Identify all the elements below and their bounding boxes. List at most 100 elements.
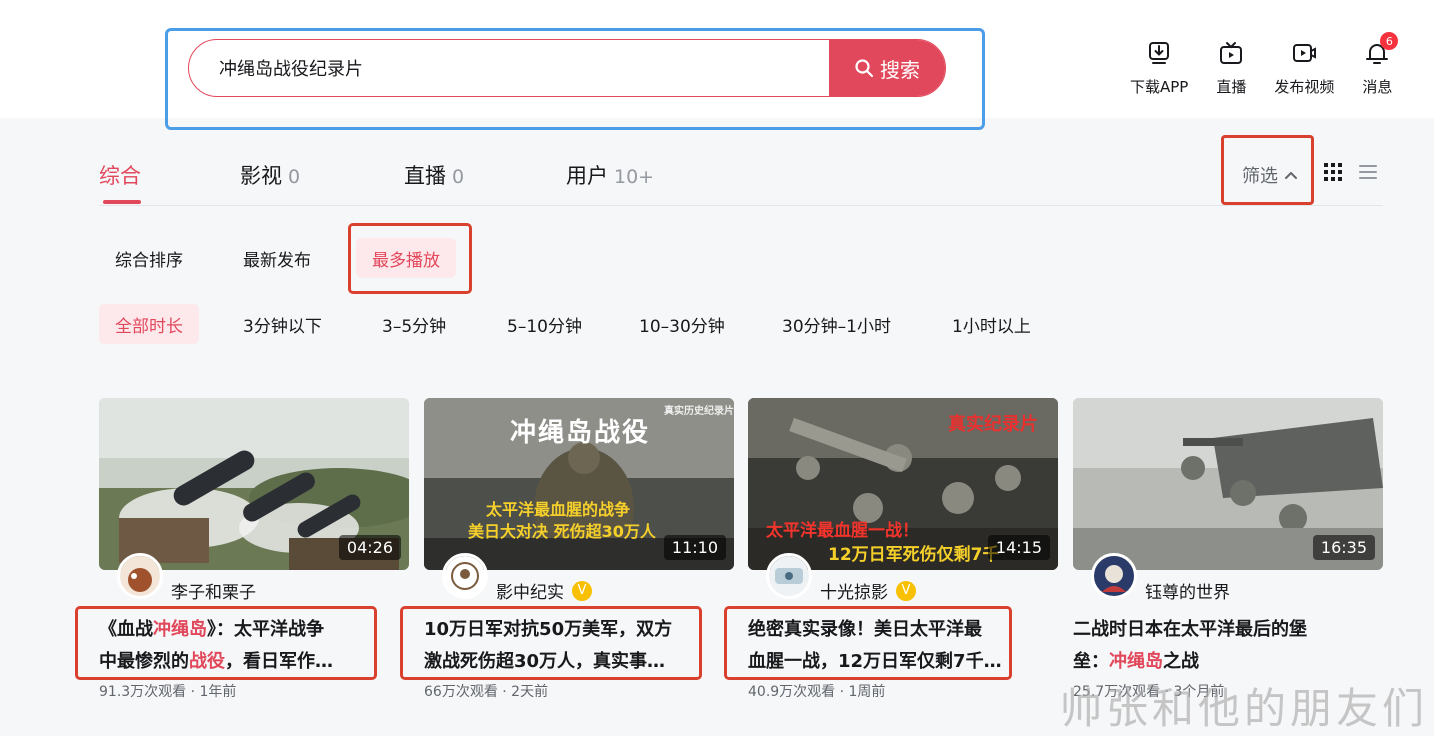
title-text: 中最惨烈的: [99, 651, 189, 672]
verified-icon: V: [572, 580, 592, 601]
title-text: 垒：: [1073, 651, 1109, 672]
search-button[interactable]: 搜索: [829, 40, 945, 96]
duration-30-60[interactable]: 30分钟–1小时: [766, 304, 907, 344]
video-title[interactable]: 二战时日本在太平洋最后的堡 垒：冲绳岛之战: [1073, 614, 1359, 678]
thumbnail-tag: 真实历史纪录片: [664, 406, 734, 417]
duration-10-30-label: 10–30分钟: [639, 316, 725, 337]
duration-10-30[interactable]: 10–30分钟: [623, 304, 741, 344]
author-name-text: 李子和栗子: [171, 583, 256, 603]
thumbnail-caption: 太平洋最血腥的战争: [486, 500, 631, 519]
title-keyword: 冲绳岛: [153, 619, 207, 640]
duration-3-5-label: 3–5分钟: [382, 316, 447, 337]
download-app-label: 下载APP: [1130, 78, 1189, 96]
duration-over-60[interactable]: 1小时以上: [936, 304, 1047, 344]
tab-users-count: 10+: [614, 166, 655, 188]
video-title[interactable]: 10万日军对抗50万美军，双方 激战死伤超30万人，真实事…: [424, 614, 710, 678]
result-tabs: 综合 影视 0 直播 0 用户 10+: [99, 160, 1383, 206]
live-button[interactable]: 直播: [1216, 40, 1246, 97]
filter-label: 筛选: [1242, 166, 1278, 187]
thumbnail-tag: 真实纪录片: [948, 414, 1038, 435]
verified-icon: V: [896, 580, 916, 601]
upload-video-label: 发布视频: [1274, 78, 1335, 96]
tab-all-label: 综合: [99, 164, 141, 188]
header-tools: 下载APP 直播 发布视频 6 消息: [1130, 32, 1399, 97]
live-label: 直播: [1216, 78, 1247, 96]
grid-view-icon[interactable]: [1324, 163, 1342, 185]
tv-icon: [1218, 40, 1244, 66]
video-duration: 11:10: [663, 535, 726, 560]
active-tab-underline: [103, 200, 141, 204]
filter-button[interactable]: 筛选: [1242, 162, 1298, 188]
thumbnail-caption: 12万日军死伤仅剩7千: [828, 545, 1000, 565]
upload-video-button[interactable]: 发布视频: [1274, 40, 1334, 97]
sort-comprehensive[interactable]: 综合排序: [99, 238, 199, 278]
video-duration: 16:35: [1312, 535, 1375, 560]
bell-icon: 6: [1364, 32, 1399, 66]
title-text: 之战: [1163, 651, 1199, 672]
download-app-button[interactable]: 下载APP: [1130, 40, 1188, 97]
author-name[interactable]: 李子和栗子: [171, 578, 256, 603]
tab-live[interactable]: 直播 0: [404, 160, 464, 190]
video-meta: 40.9万次观看 · 1周前: [748, 684, 886, 700]
duration-under-3[interactable]: 3分钟以下: [227, 304, 338, 344]
video-thumbnail[interactable]: 16:35: [1073, 398, 1383, 570]
duration-all[interactable]: 全部时长: [99, 304, 199, 344]
sort-options: 综合排序 最新发布 最多播放: [99, 238, 1299, 278]
duration-3-5[interactable]: 3–5分钟: [366, 304, 462, 344]
video-meta: 91.3万次观看 · 1年前: [99, 684, 237, 700]
author-name[interactable]: 十光掠影 V: [820, 578, 916, 603]
author-name-text: 影中纪实: [496, 583, 564, 603]
title-text: 二战时日本在太平洋最后的堡: [1073, 619, 1307, 640]
video-title[interactable]: 《血战冲绳岛》：太平洋战争 中最惨烈的战役，看日军作…: [99, 614, 385, 678]
sort-comprehensive-label: 综合排序: [115, 250, 183, 271]
title-keyword: 战役: [189, 651, 225, 672]
duration-under-3-label: 3分钟以下: [243, 316, 322, 337]
tab-all[interactable]: 综合: [99, 160, 141, 190]
sort-highlight-box: [348, 223, 472, 294]
sort-latest[interactable]: 最新发布: [227, 238, 327, 278]
download-icon: [1146, 40, 1172, 66]
title-text: 绝密真实录像！美日太平洋最: [748, 619, 982, 640]
duration-5-10-label: 5–10分钟: [507, 316, 582, 337]
messages-label: 消息: [1362, 78, 1393, 96]
tab-users[interactable]: 用户 10+: [566, 160, 654, 190]
video-title[interactable]: 绝密真实录像！美日太平洋最 血腥一战，12万日军仅剩7千…: [748, 614, 1034, 678]
video-duration: 04:26: [338, 535, 401, 560]
thumbnail-caption: 太平洋最血腥一战！: [766, 521, 919, 541]
upload-video-icon: [1291, 40, 1317, 66]
search-icon: [855, 59, 874, 78]
duration-options: 全部时长 3分钟以下 3–5分钟 5–10分钟 10–30分钟 30分钟–1小时…: [99, 304, 1299, 344]
duration-30-60-label: 30分钟–1小时: [782, 316, 891, 337]
author-name[interactable]: 钰尊的世界: [1145, 578, 1230, 603]
avatar[interactable]: [1091, 553, 1137, 599]
tab-film[interactable]: 影视 0: [240, 160, 300, 190]
list-view-icon[interactable]: [1358, 162, 1378, 186]
video-thumbnail[interactable]: 真实纪录片 太平洋最血腥一战！ 12万日军死伤仅剩7千 14:15: [748, 398, 1058, 570]
avatar[interactable]: [117, 553, 163, 599]
video-thumbnail[interactable]: 真实历史纪录片 冲绳岛战役 太平洋最血腥的战争 美日大对决 死伤超30万人 11…: [424, 398, 734, 570]
chevron-up-icon: [1285, 171, 1297, 179]
duration-over-60-label: 1小时以上: [952, 316, 1031, 337]
tab-film-label: 影视: [240, 164, 282, 188]
search-bar: 搜索: [188, 39, 946, 97]
avatar[interactable]: [766, 553, 812, 599]
tab-film-count: 0: [288, 166, 301, 188]
author-name-text: 钰尊的世界: [1145, 583, 1230, 603]
title-text: ，看日军作…: [225, 651, 333, 672]
title-text: 《血战: [99, 619, 153, 640]
search-button-label: 搜索: [880, 57, 920, 82]
tab-users-label: 用户: [566, 164, 608, 188]
title-text: 血腥一战，12万日军仅剩7千…: [748, 651, 1002, 672]
video-thumbnail[interactable]: 04:26: [99, 398, 409, 570]
avatar[interactable]: [442, 553, 488, 599]
tab-live-count: 0: [452, 166, 465, 188]
sort-latest-label: 最新发布: [243, 250, 311, 271]
author-name[interactable]: 影中纪实 V: [496, 578, 592, 603]
title-text: 10万日军对抗50万美军，双方: [424, 619, 673, 640]
messages-button[interactable]: 6 消息: [1362, 32, 1399, 97]
video-meta: 66万次观看 · 2天前: [424, 684, 549, 700]
duration-5-10[interactable]: 5–10分钟: [491, 304, 598, 344]
search-input[interactable]: [219, 40, 819, 96]
title-text: 》：太平洋战争: [207, 619, 324, 640]
duration-all-label: 全部时长: [115, 316, 183, 337]
